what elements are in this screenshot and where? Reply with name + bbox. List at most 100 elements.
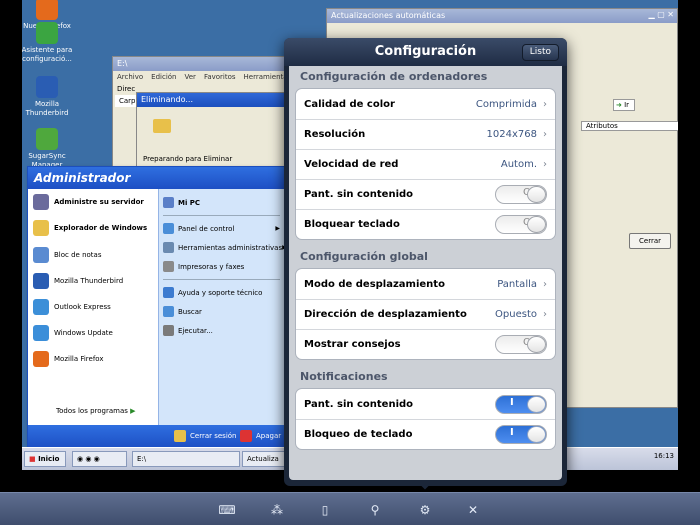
start-menu-place-label: Mi PC bbox=[178, 198, 201, 207]
start-menu-footer: Cerrar sesión Apagar bbox=[28, 425, 284, 448]
place-icon bbox=[163, 306, 174, 317]
start-menu-place[interactable]: Ejecutar... bbox=[159, 321, 284, 340]
progress-status: Preparando para Eliminar bbox=[143, 155, 233, 163]
start-menu-item[interactable]: Outlook Express bbox=[28, 294, 158, 320]
settings-row[interactable]: Dirección de desplazamiento Opuesto › bbox=[296, 299, 555, 329]
start-menu-item[interactable]: Windows Update bbox=[28, 320, 158, 346]
desktop-icon[interactable]: Asistente para configuració... bbox=[22, 22, 76, 64]
shutdown-button[interactable]: Apagar bbox=[240, 430, 281, 442]
start-menu-places: Mi PC Panel de control ▶ Herramientas admin… bbox=[158, 189, 287, 425]
start-button[interactable]: ■ Inicio bbox=[24, 451, 66, 467]
menu-item[interactable]: Ver bbox=[185, 73, 196, 81]
window-controls[interactable]: ▁ ▢ ✕ bbox=[649, 10, 675, 19]
keyboard-icon[interactable]: ⌨ bbox=[218, 501, 236, 519]
menu-item[interactable]: Archivo bbox=[117, 73, 143, 81]
toggle-switch[interactable]: I bbox=[495, 394, 547, 414]
settings-row[interactable]: Bloquear teclado O bbox=[296, 209, 555, 239]
go-button[interactable]: ➜ Ir bbox=[613, 99, 635, 111]
value-text: Comprimida bbox=[475, 98, 537, 110]
start-menu-item-label: Explorador de Windows bbox=[54, 224, 148, 232]
settings-row[interactable]: Mostrar consejos O bbox=[296, 329, 555, 359]
program-icon bbox=[33, 299, 49, 315]
popover-arrow bbox=[417, 482, 433, 492]
desktop-icon[interactable]: SugarSync Manager bbox=[22, 128, 76, 170]
settings-popover: Configuración Listo Configuración de ord… bbox=[284, 38, 567, 486]
task-explorer[interactable]: E:\ bbox=[132, 451, 240, 467]
close-button[interactable]: Cerrar bbox=[629, 233, 671, 249]
settings-row-label: Bloquear teclado bbox=[304, 219, 400, 230]
settings-row-label: Bloqueo de teclado bbox=[304, 429, 413, 440]
start-menu-item[interactable]: Administre su servidor bbox=[28, 189, 158, 215]
start-menu-place-label: Buscar bbox=[178, 307, 202, 316]
network-icon[interactable]: ⁂ bbox=[268, 501, 286, 519]
chevron-right-icon: › bbox=[543, 129, 547, 140]
explorer-menu-bar[interactable]: Archivo Edición Ver Favoritos Herramientas bbox=[113, 71, 311, 83]
power-icon bbox=[240, 430, 252, 442]
settings-row-label: Dirección de desplazamiento bbox=[304, 309, 467, 320]
explorer-window-title: E:\ bbox=[113, 57, 311, 71]
settings-row[interactable]: Modo de desplazamiento Pantalla › bbox=[296, 269, 555, 299]
logoff-button[interactable]: Cerrar sesión bbox=[174, 430, 236, 442]
toggle-knob bbox=[527, 426, 546, 443]
mouse-icon[interactable]: ▯ bbox=[316, 501, 334, 519]
column-header[interactable]: Atributos bbox=[581, 121, 678, 131]
chevron-right-icon: › bbox=[543, 159, 547, 170]
settings-row-label: Calidad de color bbox=[304, 98, 395, 110]
start-menu-item[interactable]: Mozilla Thunderbird bbox=[28, 268, 158, 294]
settings-group: Pant. sin contenido I Bloqueo de teclado I bbox=[295, 388, 556, 450]
gear-icon[interactable]: ⚙ bbox=[416, 501, 434, 519]
app-icon bbox=[36, 0, 58, 20]
done-button[interactable]: Listo bbox=[521, 44, 559, 61]
start-menu-place[interactable]: Impresoras y faxes bbox=[159, 257, 284, 276]
settings-row[interactable]: Resolución 1024x768 › bbox=[296, 119, 555, 149]
value-text: Opuesto bbox=[495, 309, 537, 320]
settings-row[interactable]: Bloqueo de teclado I bbox=[296, 419, 555, 449]
settings-row[interactable]: Calidad de color Comprimida › bbox=[296, 89, 555, 119]
menu-item[interactable]: Favoritos bbox=[204, 73, 236, 81]
zoom-icon[interactable]: ⚲ bbox=[366, 501, 384, 519]
settings-row[interactable]: Pant. sin contenido O bbox=[296, 179, 555, 209]
taskbar-clock: 16:13 bbox=[653, 452, 674, 460]
start-menu-item-label: Outlook Express bbox=[54, 303, 111, 311]
start-menu-place-label: Panel de control bbox=[178, 224, 235, 233]
program-icon bbox=[33, 194, 49, 210]
start-menu[interactable]: Administrador Administre su servidor Expl… bbox=[27, 166, 287, 448]
settings-group: Modo de desplazamiento Pantalla › Dirección… bbox=[295, 268, 556, 360]
menu-item[interactable]: Edición bbox=[151, 73, 176, 81]
start-menu-place[interactable]: Buscar bbox=[159, 302, 284, 321]
settings-header: Configuración Listo bbox=[284, 38, 567, 66]
toggle-switch[interactable]: O bbox=[495, 335, 547, 354]
all-programs-button[interactable]: Todos los programas ▶ bbox=[56, 407, 136, 415]
value-text: Pantalla bbox=[497, 278, 537, 290]
settings-row-label: Mostrar consejos bbox=[304, 339, 401, 350]
toggle-knob bbox=[527, 395, 546, 413]
desktop-icon[interactable]: Mozilla Thunderbird bbox=[22, 76, 76, 118]
settings-row[interactable]: Velocidad de red Autom. › bbox=[296, 149, 555, 179]
toggle-switch[interactable]: I bbox=[495, 425, 547, 444]
start-menu-item[interactable]: Explorador de Windows bbox=[28, 215, 158, 241]
start-menu-place[interactable]: Mi PC bbox=[159, 193, 284, 212]
progress-dialog[interactable]: Eliminando... Preparando para Eliminar bbox=[136, 92, 288, 172]
toggle-knob bbox=[527, 336, 546, 353]
close-icon[interactable]: ✕ bbox=[464, 501, 482, 519]
settings-row-value: 1024x768 › bbox=[487, 129, 547, 140]
start-menu-place-label: Ejecutar... bbox=[178, 326, 213, 335]
divider bbox=[163, 215, 280, 216]
app-icon bbox=[36, 76, 58, 98]
toggle-switch[interactable]: O bbox=[495, 215, 547, 234]
value-text: 1024x768 bbox=[486, 129, 537, 140]
start-menu-place[interactable]: Ayuda y soporte técnico bbox=[159, 283, 284, 302]
start-menu-place[interactable]: Panel de control ▶ bbox=[159, 219, 284, 238]
start-menu-place[interactable]: Herramientas administrativas▶ bbox=[159, 238, 287, 257]
quick-launch[interactable]: ◉ ◉ ◉ bbox=[72, 451, 127, 467]
start-menu-item[interactable]: Bloc de notas bbox=[28, 242, 158, 268]
start-menu-item[interactable]: Mozilla Firefox bbox=[28, 346, 158, 372]
start-menu-item-label: Mozilla Firefox bbox=[54, 355, 104, 363]
start-menu-item-label: Mozilla Thunderbird bbox=[54, 277, 124, 285]
start-label: Inicio bbox=[38, 455, 60, 463]
place-icon bbox=[163, 287, 174, 298]
start-menu-place-label: Herramientas administrativas bbox=[178, 243, 283, 252]
place-icon bbox=[163, 242, 174, 253]
settings-row[interactable]: Pant. sin contenido I bbox=[296, 389, 555, 419]
toggle-switch[interactable]: O bbox=[495, 185, 547, 204]
